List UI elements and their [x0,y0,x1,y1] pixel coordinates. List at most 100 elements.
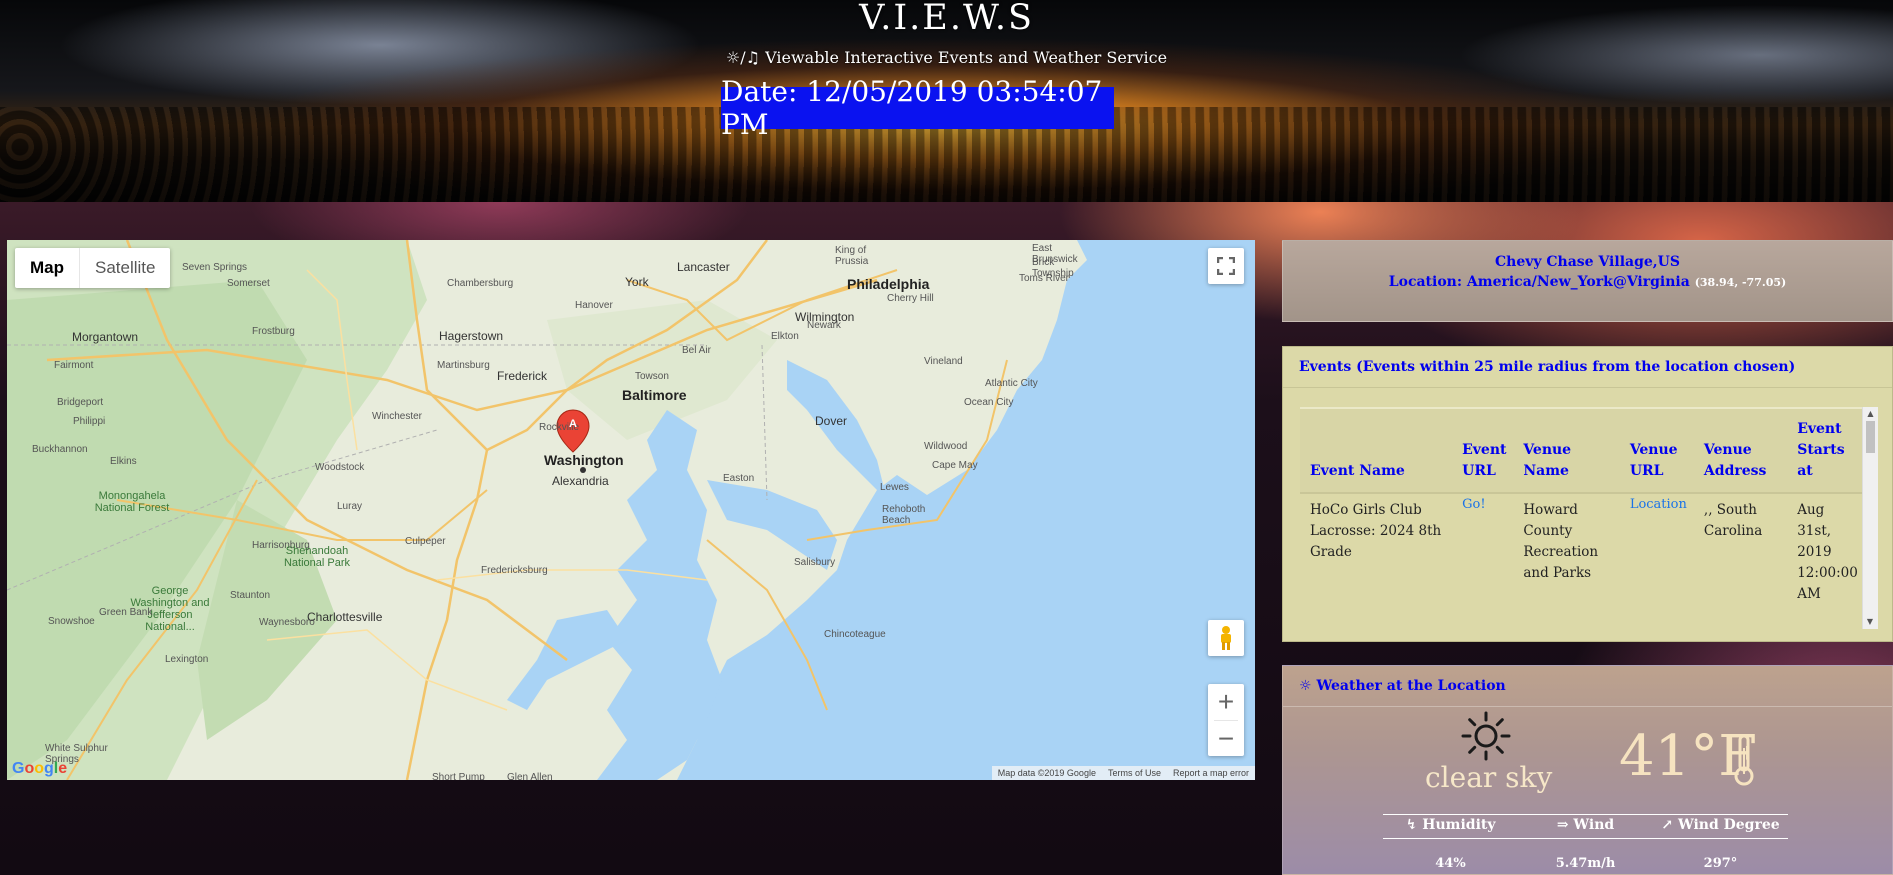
scroll-down-arrow-icon[interactable]: ▼ [1863,615,1877,629]
city-elkton: Elkton [771,331,799,342]
site-title: V.I.E.W.S [859,0,1034,38]
city-fredericksburg: Fredericksburg [481,565,548,576]
zoom-out-button[interactable]: − [1208,721,1244,757]
map-pin-label: A [569,418,577,430]
weather-stats-values: 44% 5.47m/h 297° [1383,856,1788,871]
weather-panel: ☼ Weather at the Location clear sky 41°F… [1282,665,1893,875]
event-url-link[interactable]: Go! [1452,492,1514,611]
city-chincoteague: Chincoteague [824,629,886,640]
city-luray: Luray [337,501,363,512]
fullscreen-icon [1217,257,1235,275]
wind-value: 5.47m/h [1555,856,1616,871]
city-fairmont: Fairmont [54,360,94,371]
city-towson: Towson [635,371,669,382]
park-monongahela: Monongahela National Forest [94,490,170,514]
city-newark: Newark [807,320,841,331]
terms-of-use-link[interactable]: Terms of Use [1108,768,1161,778]
humidity-value: 44% [1435,856,1466,871]
city-charlottesville: Charlottesville [307,610,383,624]
col-event-url: Event URL [1452,409,1514,493]
city-hanover: Hanover [575,300,613,311]
map-data-credit: Map data ©2019 Google [997,768,1096,778]
city-short-pump: Short Pump [432,772,485,780]
city-alexandria: Alexandria [552,474,609,488]
city-king-of-prussia: King of Prussia [835,245,869,267]
event-name-cell: HoCo Girls Club Lacrosse: 2024 8th Grade [1300,492,1453,611]
google-logo: Google [12,760,68,777]
city-ocean-city: Ocean City [964,397,1014,408]
map-basemap[interactable] [7,240,1255,780]
sun-music-icon: ☼/♫ [725,48,760,67]
city-rehoboth-beach: Rehoboth Beach [882,504,926,526]
venue-location-link[interactable]: Location [1619,492,1694,611]
city-chambersburg: Chambersburg [447,278,514,289]
city-lexington: Lexington [165,654,209,665]
weather-divider-top [1383,814,1788,815]
city-winchester: Winchester [372,411,423,422]
header-banner: V.I.E.W.S ☼/♫ Viewable Interactive Event… [0,0,1893,202]
city-frostburg: Frostburg [252,326,295,337]
city-hagerstown: Hagerstown [439,329,504,343]
scroll-up-arrow-icon[interactable]: ▲ [1863,407,1878,421]
humidity-icon: ↯ [1405,817,1418,833]
location-timezone: Location: America/New_York@Virginia [1388,274,1690,290]
city-wildwood: Wildwood [924,441,968,452]
scroll-thumb[interactable] [1866,421,1875,453]
col-event-name: Event Name [1300,409,1453,493]
weather-divider-bottom [1383,838,1788,839]
map-type-map[interactable]: Map [15,248,79,288]
street-view-pegman-button[interactable] [1208,620,1244,656]
col-event-starts: Event Starts at [1787,409,1865,493]
map-type-control: Map Satellite [15,248,171,288]
col-venue-address: Venue Address [1693,409,1788,493]
site-subtitle: ☼/♫ Viewable Interactive Events and Weat… [0,48,1893,67]
clear-sky-sun-icon [1461,711,1511,761]
location-panel: Chevy Chase Village,US Location: America… [1282,240,1893,322]
city-atlantic-city: Atlantic City [985,378,1038,389]
humidity-label-text: Humidity [1422,817,1496,833]
wind-degree-value: 297° [1703,856,1738,871]
fullscreen-button[interactable] [1208,248,1244,284]
weather-heading: ☼ Weather at the Location [1283,666,1892,707]
events-table: Event Name Event URL Venue Name Venue UR… [1300,409,1865,611]
event-start-cell: Aug 31st, 2019 12:00:00 AM [1787,492,1865,611]
venue-address-cell: ,, South Carolina [1693,492,1788,611]
city-cape-may: Cape May [932,460,978,471]
col-venue-name: Venue Name [1513,409,1620,493]
report-map-error-link[interactable]: Report a map error [1173,768,1249,778]
city-dover: Dover [815,414,848,428]
map-view[interactable]: Philadelphia Baltimore Washington Alexan… [7,240,1255,780]
humidity-label: ↯ Humidity [1383,817,1518,833]
events-table-container[interactable]: Event Name Event URL Venue Name Venue UR… [1300,407,1865,629]
city-easton: Easton [723,473,755,484]
table-row: HoCo Girls Club Lacrosse: 2024 8th Grade… [1300,492,1865,611]
city-green-bank: Green Bank [99,607,153,618]
city-lancaster: Lancaster [677,260,730,274]
city-martinsburg: Martinsburg [437,360,490,371]
thermometer-icon [1734,734,1754,786]
venue-name-cell: Howard County Recreation and Parks [1513,492,1620,611]
city-seven-springs: Seven Springs [182,262,248,273]
city-culpeper: Culpeper [405,536,446,547]
zoom-in-button[interactable]: + [1208,684,1244,720]
city-glen-allen: Glen Allen [507,772,553,780]
current-date: Date: 12/05/2019 03:54:07 PM [721,75,1114,141]
col-venue-url: Venue URL [1619,409,1694,493]
events-scrollbar[interactable]: ▲ ▼ [1862,407,1878,629]
city-staunton: Staunton [230,590,271,601]
map-type-satellite[interactable]: Satellite [79,248,170,288]
city-bel-air: Bel Air [682,345,711,356]
map-attribution: Map data ©2019 Google Terms of Use Repor… [991,766,1255,780]
events-panel: Events (Events within 25 mile radius fro… [1282,346,1893,642]
weather-sun-icon: ☼ [1299,678,1312,694]
city-lewes: Lewes [880,482,909,493]
wind-degree-icon: ↗ [1661,817,1674,833]
weather-condition: clear sky [1425,761,1553,794]
city-woodstock: Woodstock [315,462,365,473]
wind-degree-label-text: Wind Degree [1677,817,1780,833]
events-heading: Events (Events within 25 mile radius fro… [1283,347,1892,388]
city-philippi: Philippi [73,416,106,427]
park-shenandoah: Shenandoah National Park [283,545,351,569]
city-baltimore: Baltimore [622,387,687,403]
city-elkins: Elkins [110,456,137,467]
